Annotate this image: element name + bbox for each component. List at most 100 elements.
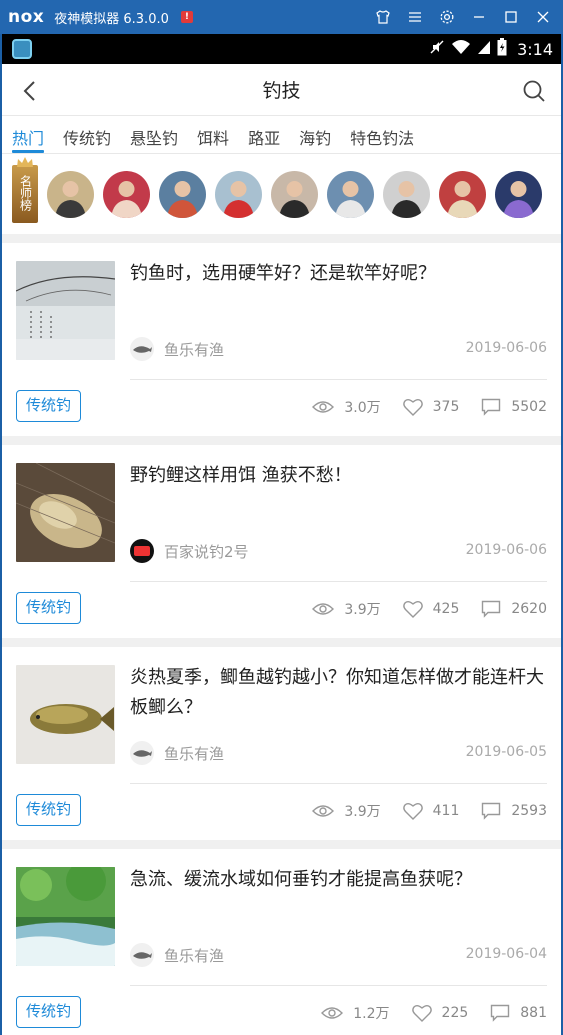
minimize-icon[interactable] <box>463 0 495 34</box>
comments-count: 5502 <box>511 399 547 415</box>
heart-icon <box>402 803 423 820</box>
article-date: 2019-06-05 <box>465 744 547 760</box>
master-avatar[interactable] <box>271 170 318 218</box>
author-avatar <box>130 741 154 765</box>
likes-stat[interactable]: 411 <box>402 802 460 820</box>
battery-icon <box>497 38 507 60</box>
likes-stat[interactable]: 425 <box>402 600 460 618</box>
article-date: 2019-06-06 <box>465 340 547 356</box>
tab-6[interactable]: 特色钓法 <box>350 116 414 154</box>
article-author[interactable]: 鱼乐有渔 <box>130 943 224 967</box>
eye-icon <box>321 1007 344 1019</box>
tab-2[interactable]: 悬坠钓 <box>130 116 178 154</box>
article-tag[interactable]: 传统钓 <box>16 794 82 826</box>
master-avatar[interactable] <box>47 170 94 218</box>
article-tag[interactable]: 传统钓 <box>16 390 82 422</box>
comment-icon <box>482 802 501 820</box>
views-stat: 1.2万 <box>321 1003 390 1023</box>
comments-count: 2620 <box>511 601 547 617</box>
shirt-icon[interactable] <box>367 0 399 34</box>
likes-count: 411 <box>432 803 460 819</box>
eye-icon <box>312 805 335 817</box>
author-name: 鱼乐有渔 <box>164 946 225 965</box>
card-divider <box>130 783 547 784</box>
views-count: 3.9万 <box>344 804 381 820</box>
likes-stat[interactable]: 375 <box>402 398 459 416</box>
master-ranking-badge[interactable]: 名师榜 <box>12 157 38 223</box>
master-avatar[interactable] <box>495 170 542 218</box>
comments-stat[interactable]: 5502 <box>481 398 547 416</box>
article-stats: 3.9万 411 2593 <box>290 799 547 823</box>
menu-icon[interactable] <box>399 0 431 34</box>
article-stats: 1.2万 225 881 <box>299 1001 547 1025</box>
emulator-alert-badge[interactable]: ! <box>180 11 193 23</box>
likes-count: 425 <box>432 601 460 617</box>
tab-0[interactable]: 热门 <box>12 116 45 154</box>
article-list: 钓鱼时，选用硬竿好？还是软竿好呢？ 鱼乐有渔 2019-06-06 传统钓 3.0万 37… <box>2 243 561 1035</box>
master-list: 名师榜 <box>2 154 561 234</box>
phone-screen: 3:14 钓技 热门 传统钓 悬坠钓 饵料 路亚 海钓 特色钓法 名师榜 钓鱼时，选用硬竿好… <box>2 34 561 1035</box>
tab-5[interactable]: 海钓 <box>299 116 331 154</box>
views-count: 1.2万 <box>353 1006 390 1022</box>
close-icon[interactable] <box>527 0 559 34</box>
likes-stat[interactable]: 225 <box>411 1004 468 1022</box>
author-name: 百家说钓2号 <box>164 542 249 561</box>
article-thumbnail[interactable] <box>16 463 115 562</box>
comments-stat[interactable]: 881 <box>490 1004 547 1022</box>
article-thumbnail[interactable] <box>16 867 115 966</box>
chevron-left-icon <box>23 81 35 101</box>
views-count: 3.0万 <box>344 400 381 416</box>
tab-4[interactable]: 路亚 <box>248 116 280 154</box>
article-card[interactable]: 钓鱼时，选用硬竿好？还是软竿好呢？ 鱼乐有渔 2019-06-06 传统钓 3.0万 37… <box>2 243 561 436</box>
comments-stat[interactable]: 2593 <box>481 802 547 820</box>
master-avatar[interactable] <box>103 170 150 218</box>
article-thumbnail[interactable] <box>16 665 115 764</box>
comment-icon <box>482 398 501 416</box>
gear-icon[interactable] <box>431 0 463 34</box>
article-card[interactable]: 急流、缓流水域如何垂钓才能提高鱼获呢？ 鱼乐有渔 2019-06-04 传统钓 1.2万… <box>2 849 561 1035</box>
author-name: 鱼乐有渔 <box>164 340 225 359</box>
card-divider <box>130 581 547 582</box>
article-tag[interactable]: 传统钓 <box>16 592 82 624</box>
heart-icon <box>411 1005 432 1022</box>
card-divider <box>130 379 547 380</box>
article-author[interactable]: 百家说钓2号 <box>130 539 249 563</box>
mute-icon <box>429 39 445 59</box>
article-author[interactable]: 鱼乐有渔 <box>130 741 224 765</box>
section-gap <box>2 234 561 243</box>
author-name: 鱼乐有渔 <box>164 744 225 763</box>
article-card[interactable]: 野钓鲤这样用饵 渔获不愁！ 百家说钓2号 2019-06-06 传统钓 3.9万 425 2… <box>2 445 561 638</box>
article-tag[interactable]: 传统钓 <box>16 996 82 1028</box>
app-bar: 钓技 <box>2 64 561 116</box>
article-date: 2019-06-06 <box>465 542 547 558</box>
author-avatar <box>130 337 154 361</box>
section-gap <box>2 436 561 445</box>
section-gap <box>2 840 561 849</box>
back-button[interactable] <box>16 77 44 105</box>
search-icon <box>523 80 545 102</box>
tab-3[interactable]: 饵料 <box>197 116 229 154</box>
master-avatar[interactable] <box>327 170 374 218</box>
tab-1[interactable]: 传统钓 <box>63 116 111 154</box>
article-title[interactable]: 钓鱼时，选用硬竿好？还是软竿好呢？ <box>130 259 549 289</box>
status-indicators: 3:14 <box>429 34 553 64</box>
master-avatar[interactable] <box>159 170 206 218</box>
views-stat: 3.9万 <box>312 801 381 821</box>
article-title[interactable]: 野钓鲤这样用饵 渔获不愁！ <box>130 461 549 491</box>
master-avatar[interactable] <box>215 170 262 218</box>
article-title[interactable]: 炎热夏季，鲫鱼越钓越小？你知道怎样做才能连杆大板鲫么？ <box>130 663 549 723</box>
article-card[interactable]: 炎热夏季，鲫鱼越钓越小？你知道怎样做才能连杆大板鲫么？ 鱼乐有渔 2019-06-0… <box>2 647 561 840</box>
article-date: 2019-06-04 <box>465 946 547 962</box>
comments-stat[interactable]: 2620 <box>481 600 547 618</box>
status-time: 3:14 <box>517 39 553 59</box>
author-avatar <box>130 943 154 967</box>
article-author[interactable]: 鱼乐有渔 <box>130 337 224 361</box>
search-button[interactable] <box>519 76 549 106</box>
article-thumbnail[interactable] <box>16 261 115 360</box>
article-title[interactable]: 急流、缓流水域如何垂钓才能提高鱼获呢？ <box>130 865 549 895</box>
comment-icon <box>491 1004 510 1022</box>
page-title: 钓技 <box>262 80 301 102</box>
master-avatar[interactable] <box>383 170 430 218</box>
maximize-icon[interactable] <box>495 0 527 34</box>
master-avatar[interactable] <box>439 170 486 218</box>
